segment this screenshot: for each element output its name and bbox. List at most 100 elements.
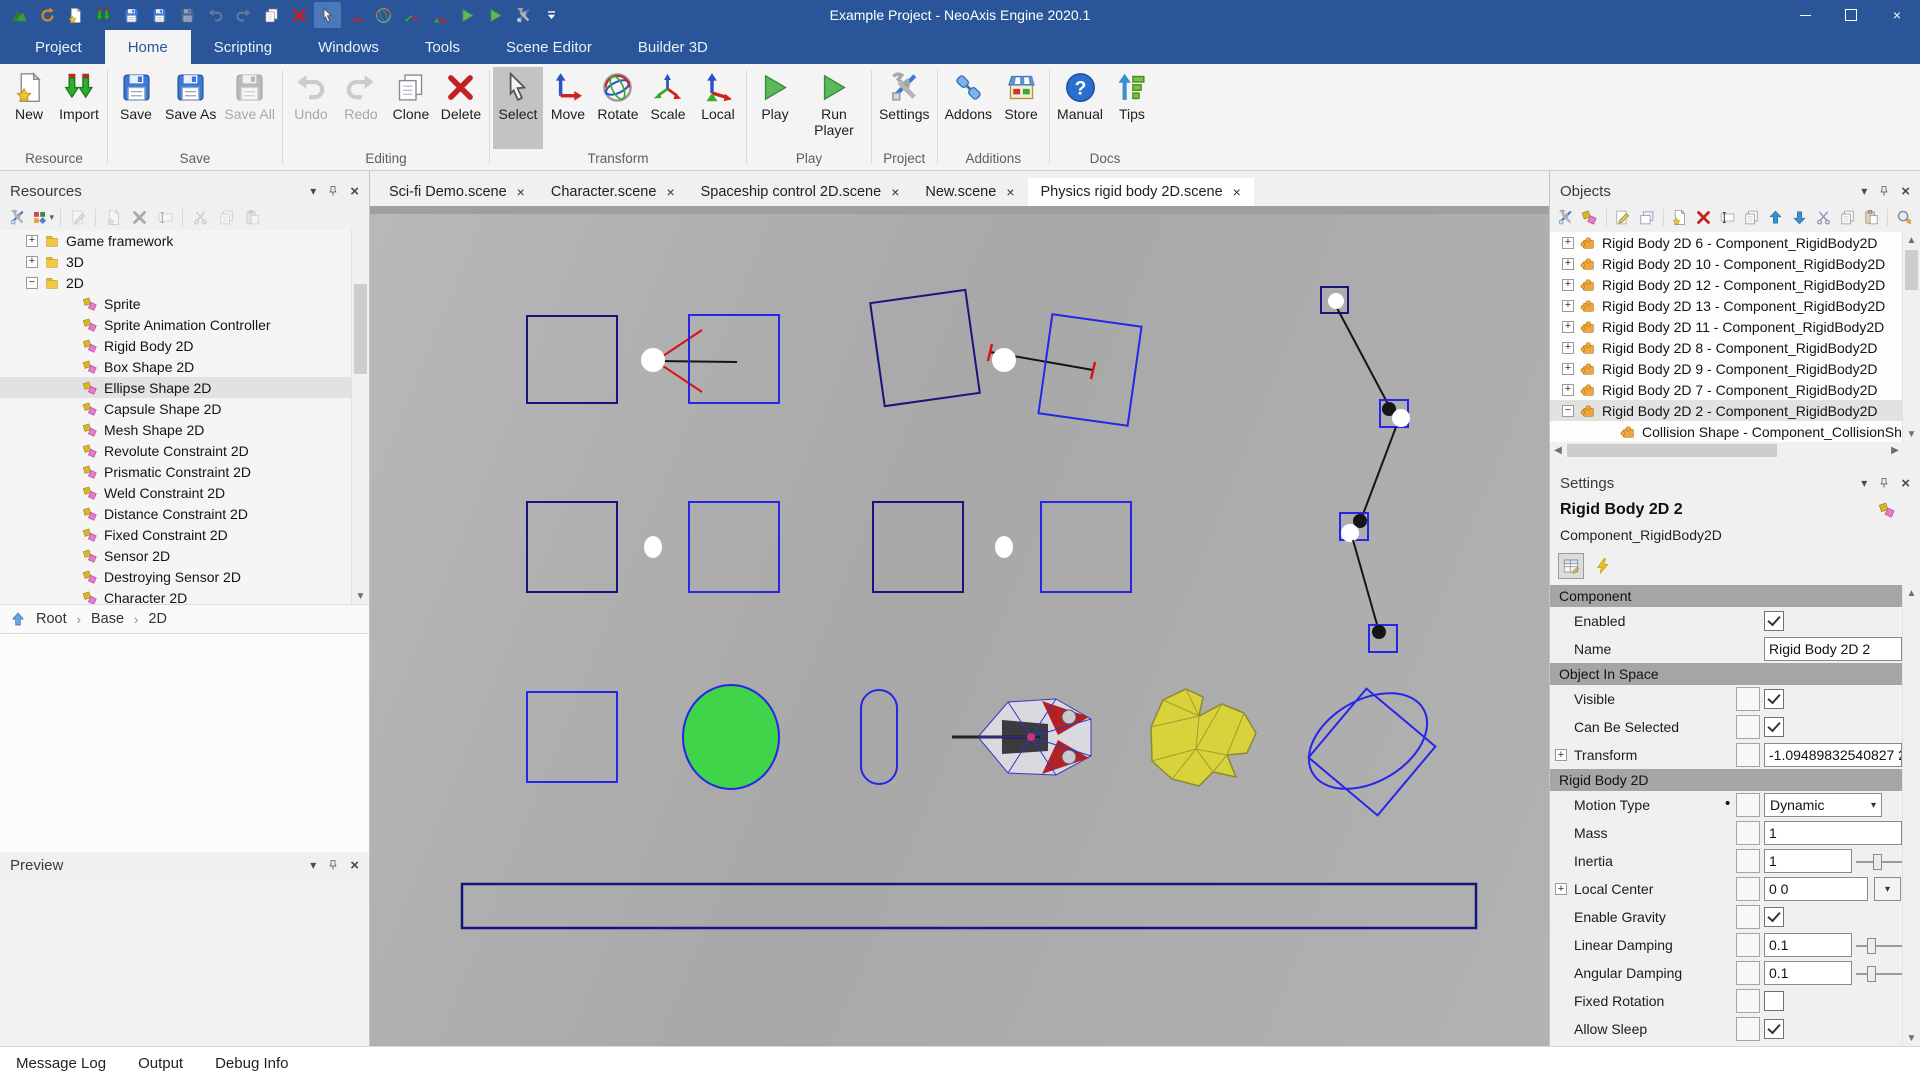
tree-item-rigid-body-2d-12-component-rigidbody2d[interactable]: +Rigid Body 2D 12 - Component_RigidBody2…	[1550, 274, 1903, 295]
reference-button[interactable]	[1736, 905, 1760, 929]
tree-item-game-framework[interactable]: +Game framework	[0, 230, 352, 251]
scene-box-shape[interactable]	[527, 692, 617, 782]
scene-joint-anchor[interactable]	[641, 348, 665, 372]
reference-button[interactable]	[1736, 989, 1760, 1013]
angular-damping-field[interactable]: 0.1	[1764, 961, 1852, 985]
expander-plus-icon[interactable]: +	[1562, 363, 1574, 375]
scroll-up-icon[interactable]: ▲	[1903, 232, 1920, 248]
tree-item-rigid-body-2d-13-component-rigidbody2d[interactable]: +Rigid Body 2D 13 - Component_RigidBody2…	[1550, 295, 1903, 316]
scene-tab-sci-fi-demo-scene[interactable]: Sci-fi Demo.scene×	[376, 178, 538, 206]
close-icon[interactable]: ×	[350, 858, 359, 873]
pin-icon[interactable]	[327, 858, 339, 872]
scroll-left-icon[interactable]: ◀	[1550, 442, 1566, 459]
reference-button[interactable]	[1736, 743, 1760, 767]
scene-joint-anchor[interactable]	[1328, 293, 1344, 309]
reference-button[interactable]	[1736, 687, 1760, 711]
local-center-field[interactable]: 0 0	[1764, 877, 1868, 901]
scene-chain-link[interactable]	[1362, 427, 1396, 517]
cut-button[interactable]	[189, 206, 211, 228]
qat-redo-button[interactable]	[230, 2, 257, 28]
panel-menu-icon[interactable]: ▾	[1861, 477, 1867, 489]
tree-item-capsule-shape-2d[interactable]: Capsule Shape 2D	[0, 398, 352, 419]
scroll-down-icon[interactable]: ▼	[352, 588, 369, 604]
redo-button[interactable]: Redo	[336, 67, 386, 149]
add-component-button[interactable]	[1580, 206, 1600, 228]
expander-plus-icon[interactable]: +	[1562, 300, 1574, 312]
panel-menu-icon[interactable]: ▾	[310, 185, 316, 197]
delete-button[interactable]	[128, 206, 150, 228]
properties-tab-button[interactable]	[1558, 553, 1584, 579]
scroll-up-icon[interactable]: ▲	[1903, 585, 1920, 601]
tree-item-revolute-constraint-2d[interactable]: Revolute Constraint 2D	[0, 440, 352, 461]
scene-box-body[interactable]	[527, 502, 617, 592]
pin-icon[interactable]	[1878, 476, 1890, 490]
qat-import-button[interactable]	[90, 2, 117, 28]
duplicate-button[interactable]	[1741, 206, 1761, 228]
edit-button[interactable]	[67, 206, 89, 228]
tree-item-rigid-body-2d[interactable]: Rigid Body 2D	[0, 335, 352, 356]
qat-settings-button[interactable]	[510, 2, 537, 28]
local-button[interactable]: Local	[693, 67, 743, 149]
settings-button[interactable]: Settings	[875, 67, 934, 149]
rename-button[interactable]	[154, 206, 176, 228]
expander-plus-icon[interactable]: +	[1562, 279, 1574, 291]
close-tab-icon[interactable]: ×	[517, 184, 525, 200]
clone-button[interactable]: Clone	[386, 67, 436, 149]
save-button[interactable]: Save	[111, 67, 161, 149]
addons-button[interactable]: Addons	[941, 67, 996, 149]
resources-scrollbar[interactable]: ▼	[351, 230, 369, 604]
scene-chain-link[interactable]	[1353, 540, 1378, 628]
tree-item-2d[interactable]: −2D	[0, 272, 352, 293]
qat-save-all-button[interactable]	[174, 2, 201, 28]
scene-joint-anchor[interactable]	[644, 536, 662, 558]
select-button[interactable]: Select	[493, 67, 543, 149]
tree-item-sprite-animation-controller[interactable]: Sprite Animation Controller	[0, 314, 352, 335]
expander-plus-icon[interactable]: +	[1562, 342, 1574, 354]
qat-clone-button[interactable]	[258, 2, 285, 28]
ribbon-tab-builder-3d[interactable]: Builder 3D	[615, 30, 731, 64]
qat-restart-button[interactable]	[34, 2, 61, 28]
linear-damping-slider[interactable]	[1856, 945, 1902, 947]
options-button[interactable]	[1556, 206, 1576, 228]
play-button[interactable]: Play	[750, 67, 800, 149]
maximize-button[interactable]	[1828, 0, 1874, 30]
qat-save-as-button[interactable]	[146, 2, 173, 28]
tree-item-weld-constraint-2d[interactable]: Weld Constraint 2D	[0, 482, 352, 503]
scene-ellipse-shape[interactable]	[1292, 673, 1444, 808]
undo-button[interactable]: Undo	[286, 67, 336, 149]
qat-save-button[interactable]	[118, 2, 145, 28]
options-button[interactable]	[6, 206, 28, 228]
pin-icon[interactable]	[1878, 184, 1890, 198]
qat-scale-button[interactable]	[398, 2, 425, 28]
qat-run-player-button[interactable]	[482, 2, 509, 28]
close-icon[interactable]: ×	[1901, 476, 1910, 491]
save-all-button[interactable]: Save All	[220, 67, 279, 149]
tree-item-sensor-2d[interactable]: Sensor 2D	[0, 545, 352, 566]
tree-item-fixed-constraint-2d[interactable]: Fixed Constraint 2D	[0, 524, 352, 545]
scene-constraint-limit[interactable]	[657, 362, 702, 392]
reference-button[interactable]	[1736, 821, 1760, 845]
objects-scrollbar[interactable]: ▲ ▼	[1902, 232, 1920, 442]
paste-button[interactable]	[1861, 206, 1881, 228]
expander-plus-icon[interactable]: +	[1555, 883, 1567, 895]
tree-item-rigid-body-2d-9-component-rigidbody2d[interactable]: +Rigid Body 2D 9 - Component_RigidBody2D	[1550, 358, 1903, 379]
scene-box-body[interactable]	[689, 315, 779, 403]
scene-joint-anchor[interactable]	[1392, 409, 1410, 427]
breadcrumb-segment[interactable]: 2D	[148, 611, 167, 627]
close-icon[interactable]: ×	[350, 184, 359, 199]
minimize-button[interactable]	[1782, 0, 1828, 30]
ribbon-tab-windows[interactable]: Windows	[295, 30, 402, 64]
tree-item-rigid-body-2d-10-component-rigidbody2d[interactable]: +Rigid Body 2D 10 - Component_RigidBody2…	[1550, 253, 1903, 274]
move-up-button[interactable]	[1765, 206, 1785, 228]
ribbon-tab-project[interactable]: Project	[12, 30, 105, 64]
enabled-checkbox[interactable]	[1764, 611, 1784, 631]
expander-minus-icon[interactable]: −	[26, 277, 38, 289]
scene-tab-spaceship-control-2d-scene[interactable]: Spaceship control 2D.scene×	[688, 178, 913, 206]
qat-select-button[interactable]	[314, 2, 341, 28]
status-tab-debug-info[interactable]: Debug Info	[215, 1055, 288, 1072]
qat-local-button[interactable]	[426, 2, 453, 28]
scrollbar-thumb[interactable]	[1567, 444, 1777, 457]
scene-ground[interactable]	[462, 884, 1476, 928]
tree-item-3d[interactable]: +3D	[0, 251, 352, 272]
open-in-window-button[interactable]	[1637, 206, 1657, 228]
